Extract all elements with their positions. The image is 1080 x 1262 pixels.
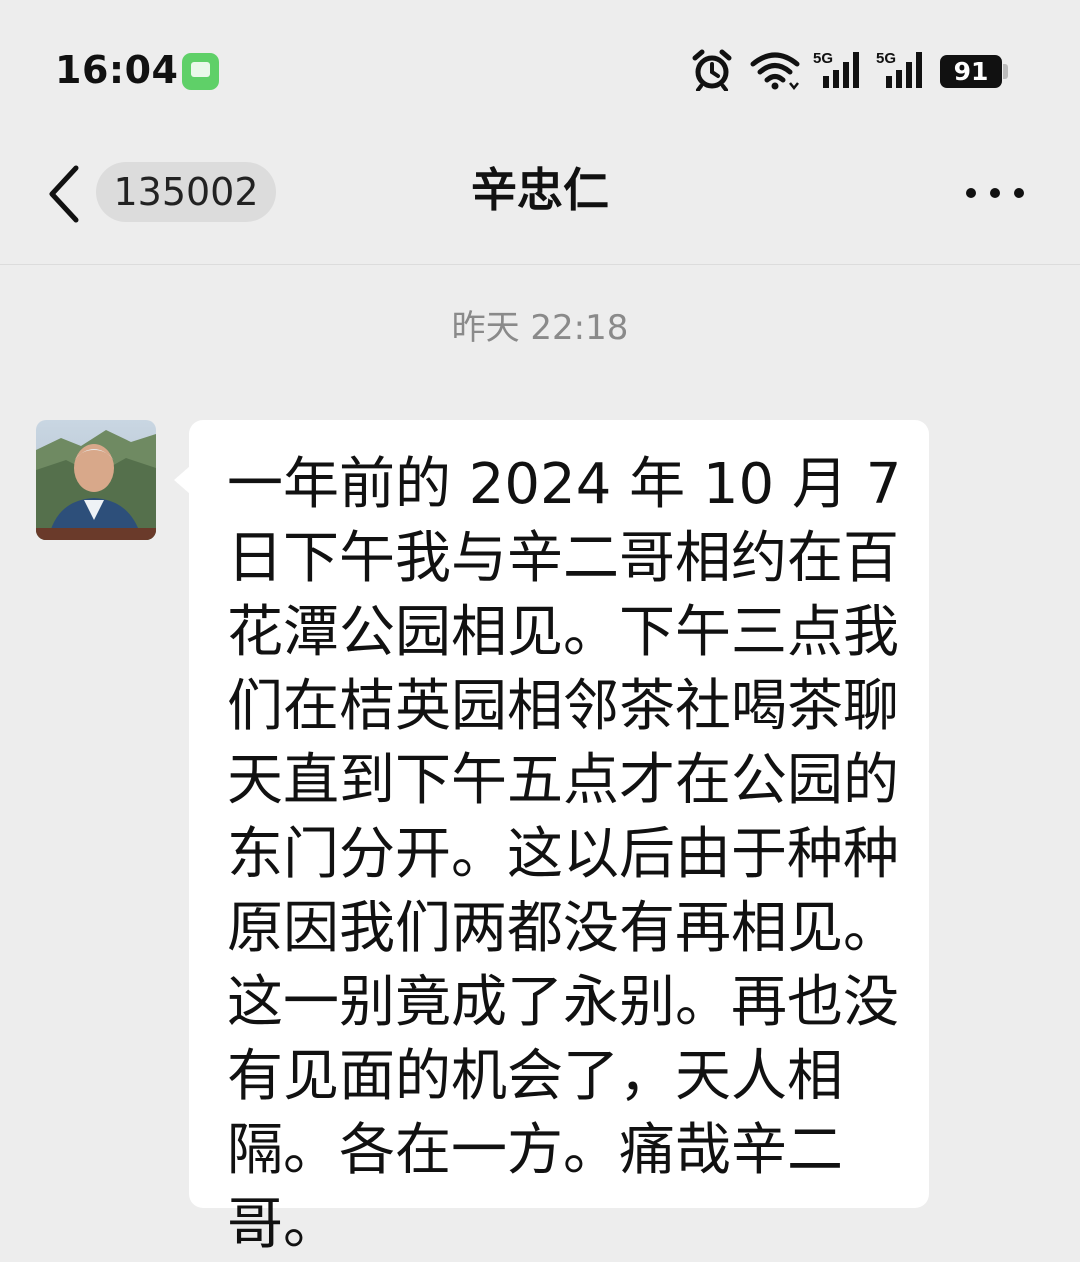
avatar[interactable] bbox=[36, 420, 156, 540]
battery-tip bbox=[1003, 64, 1008, 79]
unread-count-badge[interactable]: 135002 bbox=[96, 162, 276, 222]
message-bubble[interactable]: 一年前的 2024 年 10 月 7 日下午我与辛二哥相约在百花潭公园相见。下午… bbox=[189, 420, 929, 1257]
chevron-left-icon[interactable] bbox=[40, 162, 90, 226]
network-label: 5G bbox=[876, 50, 896, 67]
status-bar: 16:04 5G 5G 91 bbox=[0, 0, 1080, 140]
network-label: 5G bbox=[813, 50, 833, 67]
signal-icon: 5G bbox=[876, 50, 922, 88]
wifi-icon bbox=[750, 52, 800, 90]
message-notification-icon bbox=[182, 53, 219, 90]
battery-icon: 91 bbox=[940, 55, 1002, 88]
chat-header: 135002 辛忠仁 bbox=[0, 140, 1080, 265]
avatar-photo bbox=[36, 420, 156, 540]
message-timestamp: 昨天 22:18 bbox=[451, 308, 629, 348]
status-time: 16:04 bbox=[55, 48, 179, 92]
bubble-tail bbox=[174, 466, 190, 494]
message-text: 一年前的 2024 年 10 月 7 日下午我与辛二哥相约在百花潭公园相见。下午… bbox=[227, 452, 902, 1257]
signal-icon: 5G bbox=[813, 50, 859, 88]
more-dots-icon[interactable] bbox=[958, 173, 1032, 213]
alarm-icon bbox=[692, 49, 732, 91]
